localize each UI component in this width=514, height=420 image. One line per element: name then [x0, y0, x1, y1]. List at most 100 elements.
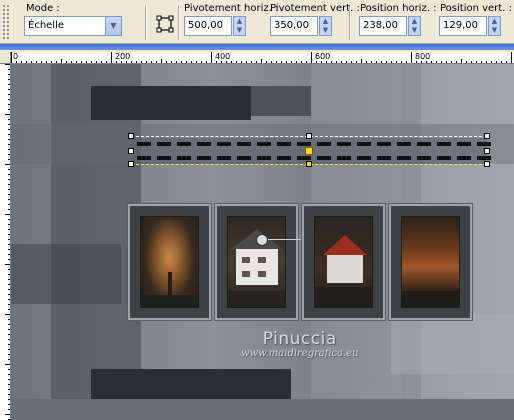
toolbar-grip-handle[interactable]: [2, 4, 10, 40]
ruler-label: 800: [415, 52, 431, 61]
spin-down-icon[interactable]: ▼: [234, 26, 245, 35]
mode-select[interactable]: Échelle ▼: [24, 16, 122, 36]
mode-label: Mode :: [26, 3, 60, 14]
house-window: [258, 271, 266, 277]
ground: [315, 287, 372, 307]
strip-dash: [417, 156, 431, 160]
house-wall: [327, 253, 363, 283]
photo-frame: [128, 204, 211, 320]
strip-dash: [217, 142, 231, 146]
pivot-v-input[interactable]: 350,00: [270, 16, 318, 36]
photo-frame: [389, 204, 472, 320]
pick-tool-icon: [156, 15, 174, 33]
resize-handle[interactable]: [128, 133, 134, 139]
tree-trunk: [168, 272, 172, 297]
mode-select-value: Échelle: [28, 20, 65, 31]
strip-dash: [377, 142, 391, 146]
vertical-ruler[interactable]: [0, 64, 11, 420]
strip-dash: [237, 156, 251, 160]
strip-dash: [437, 156, 451, 160]
spin-down-icon[interactable]: ▼: [489, 26, 500, 35]
strip-dash: [177, 156, 191, 160]
watermark: Pinuccia www.maidiregrafica.eu: [241, 329, 359, 359]
strip-dash: [337, 142, 351, 146]
house-roof: [323, 235, 367, 255]
pos-h-label: Position horiz. :: [360, 3, 437, 14]
strip-dash: [337, 156, 351, 160]
spin-up-icon[interactable]: ▲: [320, 17, 331, 26]
background-block: [11, 244, 121, 304]
watermark-url: www.maidiregrafica.eu: [241, 348, 359, 359]
toolbar-separator: [178, 6, 180, 40]
horizontal-ruler[interactable]: 0 200 400 600 800: [11, 52, 514, 64]
strip-dash: [417, 142, 431, 146]
background-block: [251, 86, 311, 116]
strip-dash: [357, 142, 371, 146]
resize-handle[interactable]: [306, 133, 312, 139]
strip-dash: [137, 156, 151, 160]
toolbar-separator: [349, 6, 351, 40]
ground: [228, 291, 285, 307]
strip-dash: [277, 142, 291, 146]
strip-dash: [237, 142, 251, 146]
photo-frame: [302, 204, 385, 320]
strip-dash: [397, 142, 411, 146]
resize-handle[interactable]: [128, 148, 134, 154]
house-window: [258, 257, 266, 263]
pivot-h-input[interactable]: 500,00: [184, 16, 232, 36]
strip-dash: [197, 156, 211, 160]
ruler-label: 400: [215, 52, 231, 61]
ruler-tick: [511, 52, 512, 63]
house-window: [242, 257, 250, 263]
spin-down-icon[interactable]: ▼: [320, 26, 331, 35]
pivot-point[interactable]: [305, 147, 313, 155]
photo-frame: [215, 204, 316, 320]
ruler-corner: [0, 52, 11, 64]
spin-up-icon[interactable]: ▲: [409, 17, 420, 26]
selected-layer-strip[interactable]: [128, 133, 491, 167]
pivot-v-spinner[interactable]: ▲ ▼: [319, 16, 332, 36]
strip-dash: [157, 156, 171, 160]
resize-handle[interactable]: [484, 148, 490, 154]
pos-h-spinner[interactable]: ▲ ▼: [408, 16, 421, 36]
strip-dash: [177, 142, 191, 146]
resize-handle[interactable]: [306, 161, 312, 167]
strip-dash: [377, 156, 391, 160]
pos-v-spinner[interactable]: ▲ ▼: [488, 16, 501, 36]
ruler-tick: [11, 52, 12, 63]
background-block: [91, 369, 291, 399]
strip-dash: [197, 142, 211, 146]
ruler-tick: [311, 52, 312, 63]
pivot-h-label: Pivotement horiz. :: [184, 3, 279, 14]
photo-white-house: [227, 216, 286, 308]
resize-handle[interactable]: [484, 161, 490, 167]
spin-down-icon[interactable]: ▼: [409, 26, 420, 35]
photo-autumn-forest: [401, 216, 460, 308]
dropdown-arrow-icon[interactable]: ▼: [105, 17, 121, 35]
ruler-label: 600: [315, 52, 331, 61]
resize-handle[interactable]: [128, 161, 134, 167]
strip-dash: [477, 156, 491, 160]
pos-v-input[interactable]: 129,00: [439, 16, 487, 36]
pos-v-label: Position vert. :: [440, 3, 512, 14]
background-block: [91, 86, 251, 120]
background-block: [11, 399, 514, 420]
image-canvas[interactable]: Pinuccia www.maidiregrafica.eu: [11, 64, 514, 420]
resize-handle[interactable]: [484, 133, 490, 139]
strip-dash: [157, 142, 171, 146]
ruler-tick: [111, 52, 112, 63]
spin-up-icon[interactable]: ▲: [234, 17, 245, 26]
spin-up-icon[interactable]: ▲: [489, 17, 500, 26]
ruler-tick: [211, 52, 212, 63]
strip-dash: [217, 156, 231, 160]
pick-tool-button[interactable]: [155, 14, 175, 34]
strip-dash: [277, 156, 291, 160]
house-window: [242, 271, 250, 277]
rotation-handle-icon[interactable]: [256, 234, 268, 246]
ground: [141, 295, 198, 307]
strip-dash: [397, 156, 411, 160]
pivot-h-spinner[interactable]: ▲ ▼: [233, 16, 246, 36]
pos-h-input[interactable]: 238,00: [359, 16, 407, 36]
strip-dash: [257, 156, 271, 160]
watermark-name: Pinuccia: [262, 329, 337, 349]
